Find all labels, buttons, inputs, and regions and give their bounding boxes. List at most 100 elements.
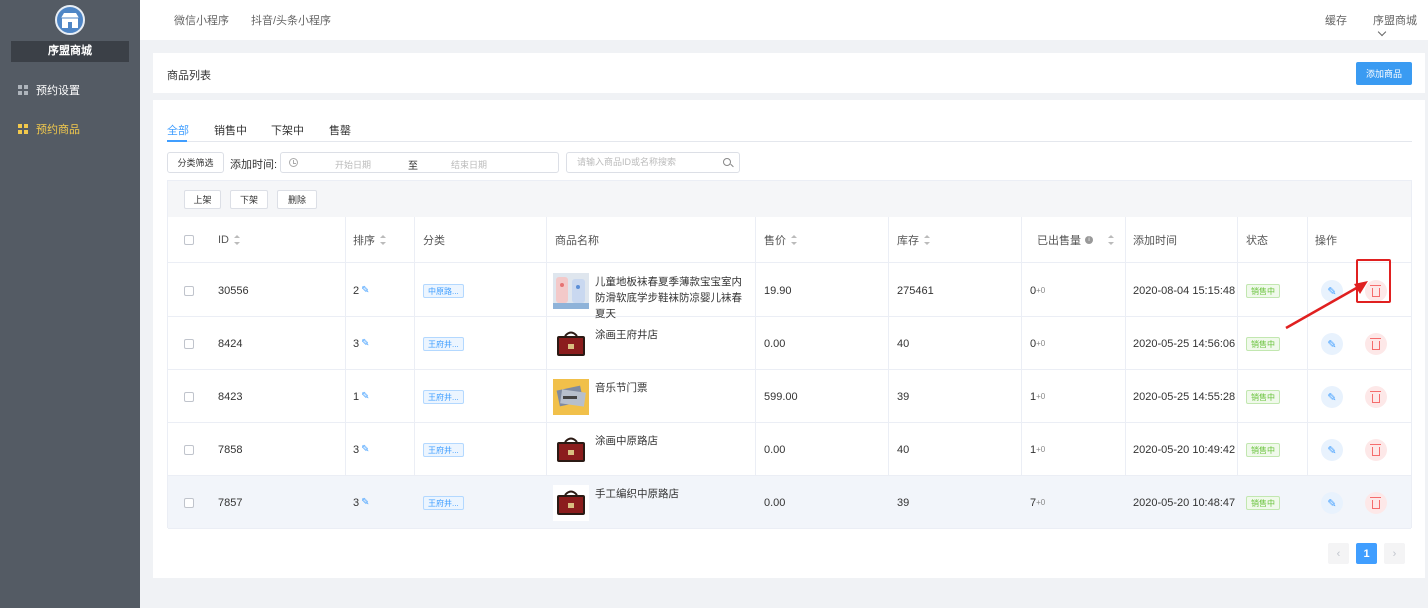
sidebar-item-booking-settings[interactable]: 预约设置 [0,71,140,109]
edit-button[interactable]: ✎ [1321,333,1343,355]
delete-button[interactable] [1365,492,1387,514]
column-label: 排序 [353,235,375,247]
table-row: 8423 1 ✎ 王府井... 音乐节门票 599.00 39 1 +0 2020-05-25 1… [168,370,1411,423]
tab-sold-out[interactable]: 售罄 [329,122,351,138]
sidebar-item-label: 预约设置 [36,85,80,97]
tab-all[interactable]: 全部 [167,122,189,138]
next-page-button[interactable]: › [1384,543,1405,564]
delete-button[interactable] [1365,333,1387,355]
sold-extra: +0 [1036,339,1046,348]
cell-sort[interactable]: 2 ✎ [353,264,370,317]
cell-sort[interactable]: 1 ✎ [353,370,370,423]
pencil-icon[interactable]: ✎ [361,444,369,455]
batch-delete-button[interactable]: 删除 [277,190,317,209]
chevron-down-icon [1377,27,1387,37]
store-dropdown[interactable]: 序盟商城 [1373,12,1428,40]
category-tag: 王府井... [423,336,464,351]
sort-value: 1 [353,390,360,403]
cell-product: 涂画中原路店 [547,423,754,476]
select-all-checkbox[interactable] [184,235,194,245]
row-checkbox[interactable] [184,391,194,402]
row-checkbox[interactable] [184,497,194,508]
pencil-icon[interactable]: ✎ [361,285,369,296]
product-thumbnail [553,379,589,415]
edit-button[interactable]: ✎ [1321,492,1343,514]
info-icon[interactable]: i [1085,236,1093,244]
category-tag: 王府井... [423,495,464,510]
active-tab-indicator [167,140,187,142]
product-name: 音乐节门票 [595,382,648,394]
trash-icon [1370,390,1381,403]
page-button-current[interactable]: 1 [1356,543,1377,564]
sidebar-item-booking-products[interactable]: 预约商品 [0,110,140,148]
cell-sold: 0 +0 [1030,317,1045,370]
product-table: 上架 下架 删除 ID 排序 分类 商品名称 售价 库存 已出售量 i 添加时间 … [167,180,1412,529]
status-badge: 销售中 [1246,495,1280,510]
row-checkbox[interactable] [184,338,194,349]
pencil-icon[interactable]: ✎ [361,497,369,508]
store-logo-icon [55,5,85,35]
tab-douyin-miniprogram[interactable]: 抖音/头条小程序 [251,12,331,28]
pencil-icon[interactable]: ✎ [361,391,369,402]
sold-extra: +0 [1036,286,1046,295]
cell-stock: 40 [897,443,910,456]
delete-button[interactable] [1365,386,1387,408]
clock-icon [289,158,298,167]
batch-on-shelf-button[interactable]: 上架 [184,190,221,209]
search-icon[interactable] [723,158,731,166]
cell-sold: 7 +0 [1030,476,1045,529]
edit-button[interactable]: ✎ [1321,386,1343,408]
sold-extra: +0 [1036,392,1046,401]
cell-price: 19.90 [764,284,792,297]
search-input[interactable]: 请输入商品ID或名称搜索 [566,152,740,173]
cell-stock: 275461 [897,284,934,297]
pencil-icon[interactable]: ✎ [361,338,369,349]
prev-page-button[interactable]: ‹ [1328,543,1349,564]
category-tag: 王府井... [423,442,464,457]
tab-wechat-miniprogram[interactable]: 微信小程序 [174,12,229,28]
cell-sort[interactable]: 3 ✎ [353,423,370,476]
cell-price: 0.00 [764,337,786,350]
column-sort[interactable]: 排序 [353,217,386,263]
date-filter-label: 添加时间: [230,159,278,171]
column-sold[interactable]: 已出售量 i [1037,217,1114,263]
cell-sold: 1 +0 [1030,423,1045,476]
product-name: 手工编织中原路店 [595,488,679,500]
delete-button[interactable] [1365,439,1387,461]
cell-product: 涂画王府井店 [547,317,754,370]
trash-icon [1370,496,1381,509]
end-date-placeholder: 结束日期 [451,160,488,170]
cell-sort[interactable]: 3 ✎ [353,476,370,529]
row-checkbox[interactable] [184,285,194,296]
add-product-button[interactable]: 添加商品 [1356,62,1412,85]
brand-name: 序盟商城 [11,41,129,62]
row-checkbox[interactable] [184,444,194,455]
date-range-picker[interactable]: 开始日期 至 结束日期 [280,152,559,173]
cell-sold: 0 +0 [1030,264,1045,317]
batch-off-shelf-button[interactable]: 下架 [230,190,268,209]
column-category: 分类 [423,235,445,247]
cache-link[interactable]: 缓存 [1325,12,1347,28]
sidebar: 序盟商城 预约设置 预约商品 [0,0,140,608]
cell-sort[interactable]: 3 ✎ [353,317,370,370]
column-price[interactable]: 售价 [764,217,797,263]
cell-added-time: 2020-08-04 15:15:48 [1133,284,1236,297]
sort-icon [1107,235,1114,245]
sort-value: 3 [353,443,360,456]
pencil-icon: ✎ [1327,444,1337,457]
start-date-placeholder: 开始日期 [335,160,372,170]
status-badge: 销售中 [1246,336,1280,351]
status-tabs: 全部 销售中 下架中 售罄 [167,120,1412,142]
category-filter-button[interactable]: 分类筛选 [167,152,224,173]
grid-icon [18,124,28,134]
cell-added-time: 2020-05-25 14:56:06 [1133,337,1236,350]
tab-on-sale[interactable]: 销售中 [214,122,247,138]
column-label: ID [218,234,229,246]
tab-label: 全部 [167,125,189,137]
column-status: 状态 [1246,235,1268,247]
column-id[interactable]: ID [218,217,240,263]
cell-product: 音乐节门票 [547,370,754,423]
column-stock[interactable]: 库存 [897,217,930,263]
tab-off-shelf[interactable]: 下架中 [271,122,304,138]
edit-button[interactable]: ✎ [1321,439,1343,461]
